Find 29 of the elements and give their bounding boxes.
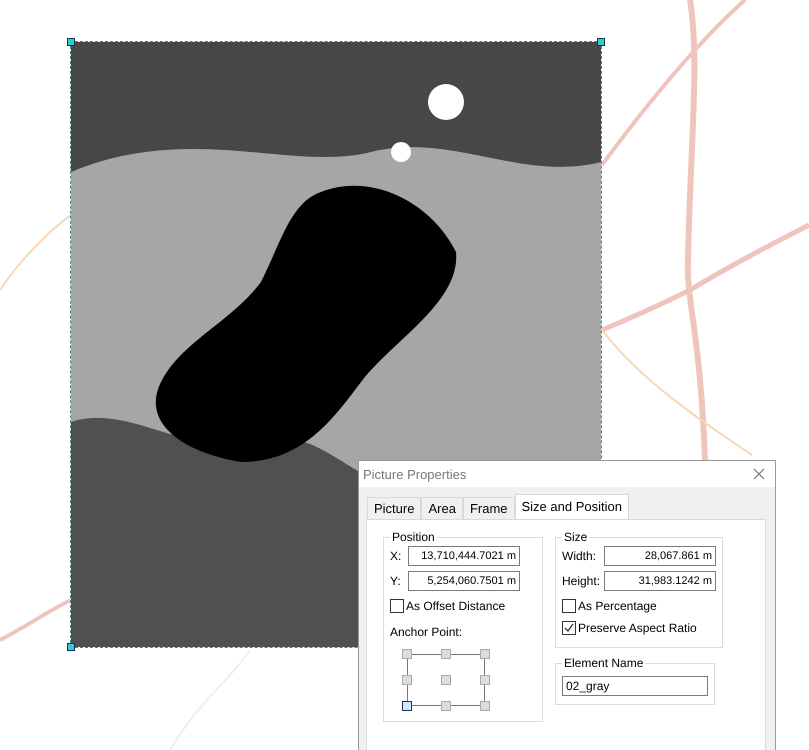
group-title: Size (563, 530, 588, 544)
selection-handle[interactable] (597, 38, 605, 46)
selection-handle[interactable] (67, 38, 75, 46)
width-field[interactable]: 28,067.861 m (604, 546, 716, 566)
field-label: Y: (390, 574, 402, 588)
close-icon[interactable] (753, 468, 765, 480)
field-label: Height: (562, 574, 600, 588)
anchor-point[interactable] (402, 701, 412, 711)
tab[interactable]: Frame (462, 497, 514, 519)
tab[interactable]: Size and Position (514, 494, 629, 519)
element-name-field[interactable]: 02_gray (562, 676, 708, 696)
selection-handle[interactable] (67, 643, 75, 651)
checkbox[interactable] (562, 621, 576, 635)
tab[interactable]: Picture (367, 497, 422, 519)
checkbox-label: As Percentage (578, 599, 657, 613)
anchor-label: Anchor Point: (390, 625, 464, 639)
checkbox[interactable] (562, 599, 576, 613)
group-title: Position (391, 530, 436, 544)
checkbox-label: Preserve Aspect Ratio (578, 621, 697, 635)
group-title: Element Name (563, 656, 644, 670)
checkbox-label: As Offset Distance (406, 599, 506, 613)
field-label: X: (390, 549, 402, 563)
tab[interactable]: Area (421, 497, 463, 519)
field-label: Width: (562, 549, 598, 563)
checkbox[interactable] (390, 599, 404, 613)
dialog-title: Picture Properties (363, 466, 466, 482)
y-field[interactable]: 5,254,060.7501 m (408, 571, 520, 591)
height-field[interactable]: 31,983.1242 m (604, 571, 716, 591)
x-field[interactable]: 13,710,444.7021 m (408, 546, 520, 566)
